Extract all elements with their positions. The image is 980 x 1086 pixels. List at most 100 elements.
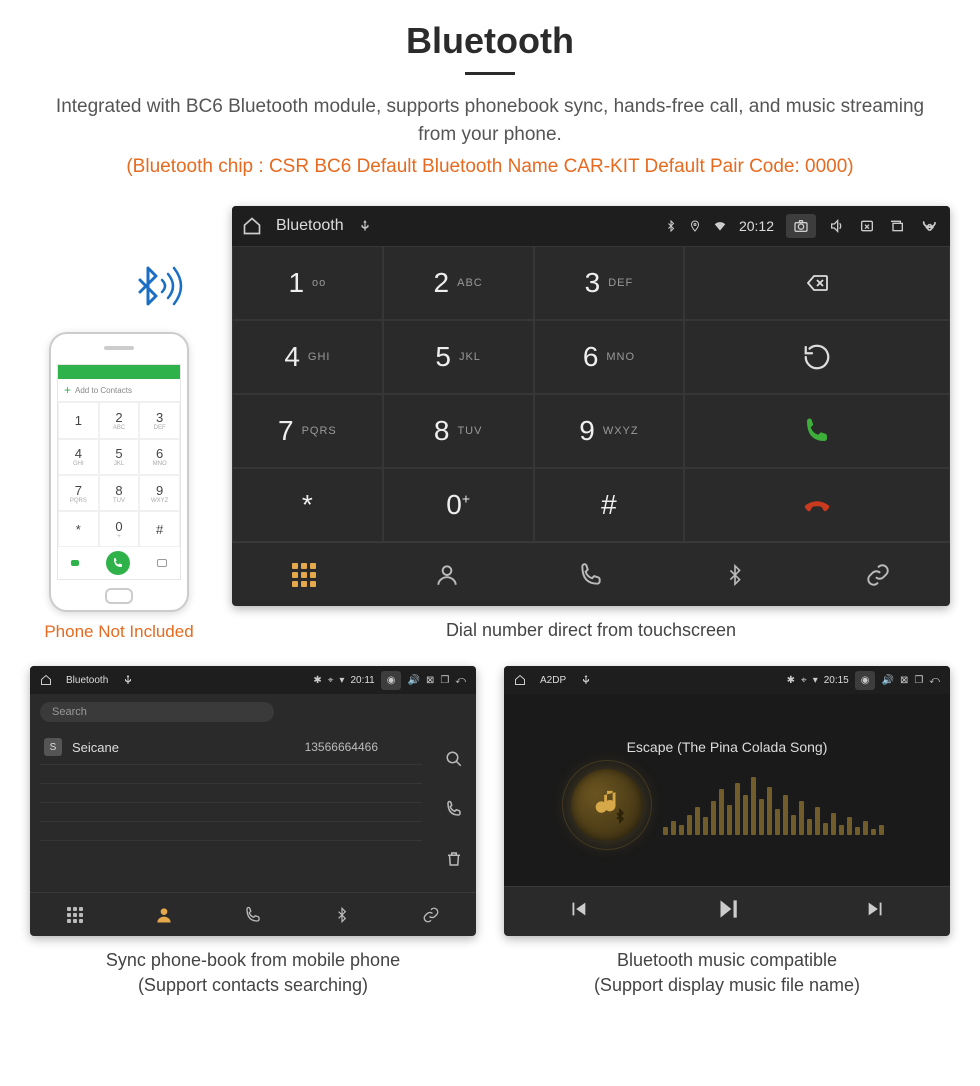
volume-icon[interactable] xyxy=(828,218,846,234)
location-icon: ⌖ xyxy=(328,675,334,686)
home-icon[interactable] xyxy=(40,674,52,686)
status-time: 20:12 xyxy=(739,218,774,234)
usb-icon xyxy=(358,219,372,233)
bluetooth-status-icon xyxy=(665,219,677,233)
phone-mock-column: + Add to Contacts 12ABC3DEF4GHI5JKL6MNO7… xyxy=(30,262,208,642)
status-time: 20:11 xyxy=(350,675,374,686)
music-topbar: A2DP ✱ ⌖ ▾ 20:15 ◉ 🔊 ⊠ ❐ ⤺ xyxy=(504,666,950,694)
link-icon xyxy=(864,562,892,588)
recent-apps-icon[interactable]: ❐ xyxy=(440,675,449,686)
dial-key-#[interactable]: # xyxy=(534,468,685,542)
track-title: Escape (The Pina Colada Song) xyxy=(627,739,828,755)
music-device: A2DP ✱ ⌖ ▾ 20:15 ◉ 🔊 ⊠ ❐ ⤺ xyxy=(504,666,950,936)
camera-icon[interactable]: ◉ xyxy=(855,671,876,690)
backspace-button[interactable] xyxy=(684,246,950,320)
phone-key: 9WXYZ xyxy=(139,475,180,511)
home-icon[interactable] xyxy=(242,216,262,236)
contact-row[interactable]: S Seicane 13566664466 xyxy=(40,730,422,765)
nav-keypad[interactable] xyxy=(30,893,119,936)
redial-button[interactable] xyxy=(684,320,950,394)
bluetooth-status-icon: ✱ xyxy=(787,675,795,686)
next-button[interactable] xyxy=(851,892,901,931)
recent-apps-icon[interactable]: ❐ xyxy=(914,675,923,686)
dial-key-0[interactable]: 0+ xyxy=(383,468,534,542)
phone-key: * xyxy=(58,511,99,547)
phone-key: 3DEF xyxy=(139,402,180,438)
prev-button[interactable] xyxy=(553,892,603,931)
specs-text: (Bluetooth chip : CSR BC6 Default Blueto… xyxy=(30,156,950,178)
phone-key: 8TUV xyxy=(99,475,140,511)
location-icon xyxy=(689,219,701,233)
album-art-icon xyxy=(571,769,643,841)
dial-key-7[interactable]: 7PQRS xyxy=(232,394,383,468)
phone-caption: Phone Not Included xyxy=(44,622,193,642)
home-icon[interactable] xyxy=(514,674,526,686)
camera-icon[interactable] xyxy=(786,214,816,238)
phone-key: 1 xyxy=(58,402,99,438)
topbar-title: Bluetooth xyxy=(66,675,108,686)
dialer-caption: Dial number direct from touchscreen xyxy=(232,618,950,642)
dial-key-3[interactable]: 3DEF xyxy=(534,246,685,320)
phone-delete-icon xyxy=(157,559,167,567)
back-icon[interactable]: ⤺ xyxy=(455,675,466,686)
wifi-icon: ▾ xyxy=(339,675,344,686)
call-button[interactable] xyxy=(684,394,950,468)
nav-link[interactable] xyxy=(387,893,476,936)
close-app-icon[interactable] xyxy=(858,218,876,234)
recent-apps-icon[interactable] xyxy=(888,218,906,234)
usb-icon xyxy=(580,674,592,686)
nav-calls[interactable] xyxy=(519,543,663,606)
close-app-icon[interactable]: ⊠ xyxy=(426,675,434,686)
phone-call-icon xyxy=(106,551,130,575)
nav-bluetooth[interactable] xyxy=(663,543,807,606)
nav-bluetooth[interactable] xyxy=(298,893,387,936)
phone-key: 7PQRS xyxy=(58,475,99,511)
search-input[interactable]: Search xyxy=(40,702,274,722)
location-icon: ⌖ xyxy=(801,675,807,686)
phone-key: 4GHI xyxy=(58,439,99,475)
nav-contacts[interactable] xyxy=(376,543,520,606)
topbar-title: A2DP xyxy=(540,675,566,686)
side-delete-icon[interactable] xyxy=(445,850,463,873)
nav-link[interactable] xyxy=(806,543,950,606)
dial-key-4[interactable]: 4GHI xyxy=(232,320,383,394)
nav-keypad[interactable] xyxy=(232,543,376,606)
description-text: Integrated with BC6 Bluetooth module, su… xyxy=(30,93,950,148)
bluetooth-icon xyxy=(724,562,746,588)
music-controls xyxy=(504,886,950,936)
dial-key-6[interactable]: 6MNO xyxy=(534,320,685,394)
wifi-icon xyxy=(713,219,727,233)
nav-calls[interactable] xyxy=(208,893,297,936)
music-caption: Bluetooth music compatible(Support displ… xyxy=(504,948,950,997)
close-app-icon[interactable]: ⊠ xyxy=(900,675,908,686)
status-time: 20:15 xyxy=(824,675,849,686)
side-search-icon[interactable] xyxy=(445,750,463,773)
dial-key-8[interactable]: 8TUV xyxy=(383,394,534,468)
contact-avatar-badge: S xyxy=(44,738,62,756)
dial-key-*[interactable]: * xyxy=(232,468,383,542)
camera-icon[interactable]: ◉ xyxy=(381,671,402,690)
dial-key-9[interactable]: 9WXYZ xyxy=(534,394,685,468)
back-icon[interactable]: ⤺ xyxy=(929,675,940,686)
phonebook-device: Bluetooth ✱ ⌖ ▾ 20:11 ◉ 🔊 ⊠ ❐ ⤺ xyxy=(30,666,476,936)
phonebook-bottom-nav xyxy=(30,892,476,936)
dial-key-1[interactable]: 1ᴏᴏ xyxy=(232,246,383,320)
topbar-title: Bluetooth xyxy=(276,217,344,235)
phone-key: 2ABC xyxy=(99,402,140,438)
phone-key: 6MNO xyxy=(139,439,180,475)
hangup-button[interactable] xyxy=(684,468,950,542)
bluetooth-status-icon: ✱ xyxy=(313,675,321,686)
dial-key-5[interactable]: 5JKL xyxy=(383,320,534,394)
phone-icon xyxy=(578,562,604,588)
back-icon[interactable] xyxy=(918,218,940,234)
volume-icon[interactable]: 🔊 xyxy=(881,675,893,686)
keypad-icon xyxy=(292,563,316,587)
side-call-icon[interactable] xyxy=(445,800,463,823)
dial-key-2[interactable]: 2ABC xyxy=(383,246,534,320)
nav-contacts[interactable] xyxy=(119,893,208,936)
play-pause-button[interactable] xyxy=(700,890,754,933)
phone-message-icon xyxy=(71,560,79,566)
volume-icon[interactable]: 🔊 xyxy=(407,675,419,686)
title-underline xyxy=(465,72,515,75)
usb-icon xyxy=(122,674,134,686)
